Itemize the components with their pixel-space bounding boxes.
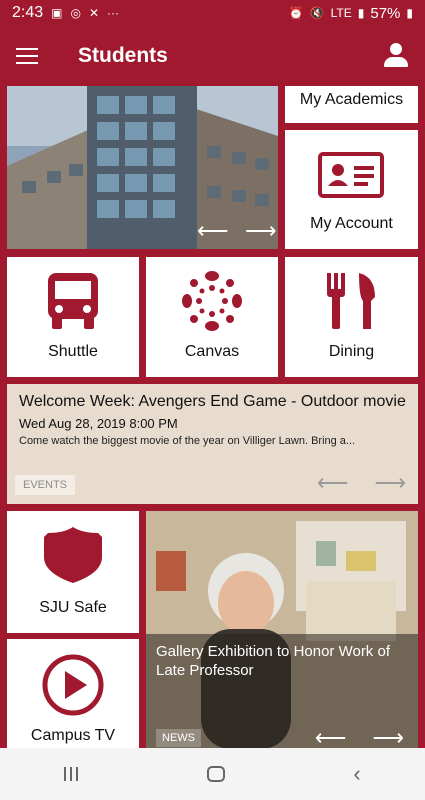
gallery-icon: ▣ bbox=[51, 6, 63, 20]
status-bar: 2:43 ▣ ◎ ✕ ··· ⏰ 🔇 LTE ▮ 57% ▮ bbox=[0, 0, 425, 26]
tile-dining[interactable]: Dining bbox=[285, 257, 418, 377]
back-icon[interactable]: ‹ bbox=[353, 761, 360, 787]
dashboard-content: ⟵ ⟶ My Academics My Account Shuttle Canv… bbox=[0, 86, 425, 748]
system-navigation-bar: ‹ bbox=[0, 748, 425, 800]
news-title: Gallery Exhibition to Honor Work of Late… bbox=[156, 643, 390, 679]
tile-label: Shuttle bbox=[48, 343, 98, 360]
event-card[interactable]: Welcome Week: Avengers End Game - Outdoo… bbox=[7, 384, 418, 504]
hamburger-menu-icon[interactable] bbox=[16, 48, 38, 64]
event-category-tag: EVENTS bbox=[15, 475, 76, 495]
bus-icon bbox=[48, 273, 98, 329]
id-card-icon bbox=[318, 152, 384, 198]
whatsapp-icon: ◎ bbox=[70, 6, 81, 20]
app-bar: Students bbox=[0, 26, 425, 86]
news-next-arrow-icon[interactable]: ⟶ bbox=[372, 725, 404, 748]
tile-label: Dining bbox=[328, 343, 375, 360]
canvas-logo-icon bbox=[182, 271, 242, 331]
status-time: 2:43 bbox=[12, 4, 44, 21]
tile-label: SJU Safe bbox=[39, 599, 107, 616]
profile-icon[interactable] bbox=[383, 43, 409, 69]
hero-image-carousel[interactable]: ⟵ ⟶ bbox=[7, 86, 278, 249]
more-notifications-icon: ··· bbox=[107, 6, 120, 20]
event-title: Welcome Week: Avengers End Game - Outdoo… bbox=[19, 393, 406, 410]
tile-label: Canvas bbox=[184, 343, 240, 360]
battery-icon: ▮ bbox=[406, 6, 413, 20]
tile-canvas[interactable]: Canvas bbox=[146, 257, 278, 377]
page-title: Students bbox=[78, 44, 168, 67]
signal-icon: ▮ bbox=[357, 6, 365, 20]
tile-shuttle[interactable]: Shuttle bbox=[7, 257, 139, 377]
tile-label: Campus TV bbox=[30, 727, 116, 744]
mute-icon: 🔇 bbox=[309, 6, 325, 20]
tile-sju-safe[interactable]: SJU Safe bbox=[7, 511, 139, 633]
fork-knife-icon bbox=[327, 273, 375, 329]
tile-label: My Account bbox=[310, 215, 393, 232]
battery-percent: 57% bbox=[370, 4, 401, 22]
tile-my-academics[interactable]: My Academics bbox=[285, 86, 418, 123]
play-icon bbox=[42, 654, 104, 716]
tile-campus-tv[interactable]: Campus TV bbox=[7, 639, 139, 748]
news-prev-arrow-icon[interactable]: ⟵ bbox=[315, 725, 347, 748]
recents-icon[interactable] bbox=[64, 767, 79, 781]
news-category-tag: NEWS bbox=[156, 729, 201, 747]
hero-next-arrow-icon[interactable]: ⟶ bbox=[245, 218, 277, 244]
home-icon[interactable] bbox=[206, 766, 225, 782]
hero-prev-arrow-icon[interactable]: ⟵ bbox=[197, 218, 229, 244]
shield-icon bbox=[44, 527, 102, 583]
alarm-icon: ⏰ bbox=[288, 6, 304, 20]
network-label: LTE bbox=[330, 6, 352, 20]
event-date: Wed Aug 28, 2019 8:00 PM bbox=[19, 416, 178, 431]
news-card[interactable]: Gallery Exhibition to Honor Work of Late… bbox=[146, 511, 418, 748]
event-description: Come watch the biggest movie of the year… bbox=[19, 435, 356, 447]
missed-call-icon: ✕ bbox=[88, 6, 100, 20]
tile-label: My Academics bbox=[299, 90, 404, 108]
event-prev-arrow-icon[interactable]: ⟵ bbox=[317, 470, 349, 496]
campus-building-image bbox=[7, 86, 278, 249]
event-next-arrow-icon[interactable]: ⟶ bbox=[374, 470, 406, 496]
tile-my-account[interactable]: My Account bbox=[285, 130, 418, 249]
